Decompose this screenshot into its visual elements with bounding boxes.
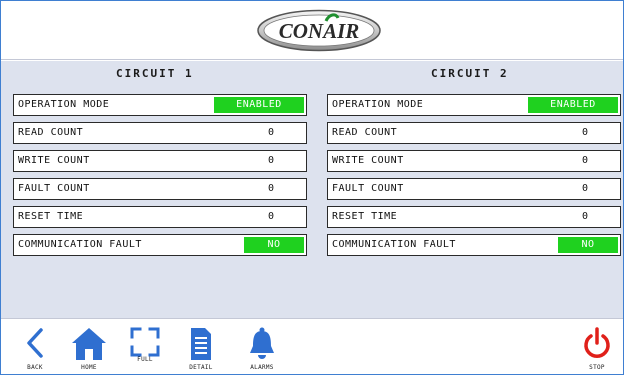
bell-icon	[250, 327, 274, 359]
c2-communication-fault-row: COMMUNICATION FAULT NO	[327, 234, 621, 256]
c1-read-count-label: READ COUNT	[18, 127, 84, 138]
c2-operation-mode-row: OPERATION MODE ENABLED	[327, 94, 621, 116]
main-panel: CIRCUIT 1 CIRCUIT 2 OPERATION MODE ENABL…	[1, 61, 623, 318]
c1-communication-fault-badge: NO	[244, 237, 304, 253]
c1-communication-fault-row: COMMUNICATION FAULT NO	[13, 234, 307, 256]
c2-reset-time-value: 0	[581, 211, 588, 222]
c1-write-count-row: WRITE COUNT 0	[13, 150, 307, 172]
circuit-2-title: CIRCUIT 2	[431, 67, 509, 80]
c1-reset-time-label: RESET TIME	[18, 211, 84, 222]
full-label: FULL	[137, 356, 153, 363]
back-button[interactable]: BACK	[15, 325, 55, 371]
back-label: BACK	[27, 364, 43, 371]
c2-fault-count-row: FAULT COUNT 0	[327, 178, 621, 200]
c2-communication-fault-badge: NO	[558, 237, 618, 253]
chevron-left-icon	[27, 328, 43, 358]
detail-label: DETAIL	[189, 364, 213, 371]
c2-write-count-value: 0	[581, 155, 588, 166]
home-label: HOME	[81, 364, 97, 371]
c1-communication-fault-label: COMMUNICATION FAULT	[18, 239, 142, 250]
c2-fault-count-value: 0	[581, 183, 588, 194]
stop-button[interactable]: STOP	[579, 325, 615, 371]
c2-reset-time-label: RESET TIME	[332, 211, 398, 222]
c2-reset-time-row: RESET TIME 0	[327, 206, 621, 228]
stop-label: STOP	[589, 364, 605, 371]
c2-operation-mode-badge[interactable]: ENABLED	[528, 97, 618, 113]
c1-write-count-label: WRITE COUNT	[18, 155, 90, 166]
logo-text: CONAIR	[279, 19, 360, 43]
c1-operation-mode-badge[interactable]: ENABLED	[214, 97, 304, 113]
c1-fault-count-label: FAULT COUNT	[18, 183, 90, 194]
footer-nav: BACK HOME FULL DETAIL ALARMS STOP	[1, 318, 623, 374]
header: CONAIR	[1, 1, 623, 60]
c2-read-count-value: 0	[581, 127, 588, 138]
c1-fault-count-value: 0	[267, 183, 274, 194]
alarms-button[interactable]: ALARMS	[237, 325, 287, 371]
c1-fault-count-row: FAULT COUNT 0	[13, 178, 307, 200]
c1-operation-mode-label: OPERATION MODE	[18, 99, 110, 110]
c1-operation-mode-row: OPERATION MODE ENABLED	[13, 94, 307, 116]
c2-read-count-row: READ COUNT 0	[327, 122, 621, 144]
c1-reset-time-row: RESET TIME 0	[13, 206, 307, 228]
c2-write-count-row: WRITE COUNT 0	[327, 150, 621, 172]
alarms-label: ALARMS	[250, 364, 274, 371]
fullscreen-icon	[130, 327, 160, 357]
detail-button[interactable]: DETAIL	[179, 325, 223, 371]
document-icon	[191, 328, 211, 360]
power-icon	[584, 327, 610, 358]
c2-fault-count-label: FAULT COUNT	[332, 183, 404, 194]
c2-read-count-label: READ COUNT	[332, 127, 398, 138]
c2-communication-fault-label: COMMUNICATION FAULT	[332, 239, 456, 250]
c1-reset-time-value: 0	[267, 211, 274, 222]
c2-write-count-label: WRITE COUNT	[332, 155, 404, 166]
c1-read-count-row: READ COUNT 0	[13, 122, 307, 144]
home-icon	[72, 328, 106, 360]
home-button[interactable]: HOME	[67, 325, 111, 371]
full-button[interactable]: FULL	[125, 325, 165, 371]
conair-logo: CONAIR	[257, 9, 381, 52]
hmi-screen: CONAIR CIRCUIT 1 CIRCUIT 2 OPERATION MOD…	[0, 0, 624, 375]
c1-read-count-value: 0	[267, 127, 274, 138]
circuit-1-title: CIRCUIT 1	[116, 67, 194, 80]
c1-write-count-value: 0	[267, 155, 274, 166]
c2-operation-mode-label: OPERATION MODE	[332, 99, 424, 110]
